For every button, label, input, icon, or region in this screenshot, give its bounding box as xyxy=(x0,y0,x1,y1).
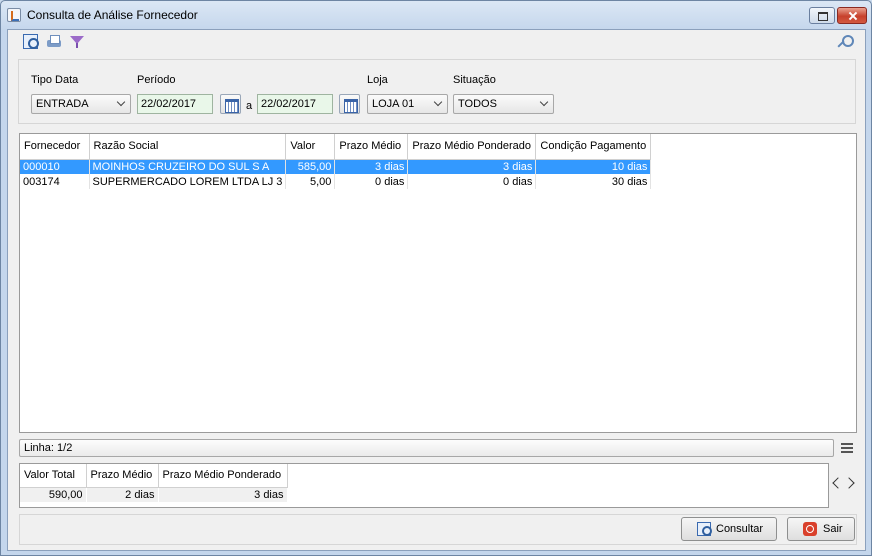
situacao-select[interactable]: TODOS xyxy=(453,94,554,114)
total-valor: 590,00 xyxy=(20,487,87,502)
restore-button[interactable] xyxy=(809,7,835,24)
loja-value: LOJA 01 xyxy=(372,98,415,110)
application-window: Consulta de Análise Fornecedor Tipo Data… xyxy=(0,0,872,556)
cell-razao-social: MOINHOS CRUZEIRO DO SUL S A xyxy=(89,159,287,174)
totals-header-prazo-medio: Prazo Médio xyxy=(86,464,159,488)
table-row[interactable]: 003174 SUPERMERCADO LOREM LTDA LJ 3 5,00… xyxy=(20,174,652,189)
results-table: Fornecedor Razão Social Valor Prazo Médi… xyxy=(20,134,652,189)
chevron-down-icon xyxy=(433,97,443,107)
row-count-text: Linha: 1/2 xyxy=(24,442,73,454)
total-prazo-medio: 2 dias xyxy=(86,487,159,502)
periodo-to-field[interactable] xyxy=(257,94,333,114)
key-icon[interactable] xyxy=(836,34,854,50)
table-header-row: Fornecedor Razão Social Valor Prazo Médi… xyxy=(20,134,652,160)
totals-header-row: Valor Total Prazo Médio Prazo Médio Pond… xyxy=(20,464,288,488)
cell-condicao: 10 dias xyxy=(535,159,652,174)
tipo-data-label: Tipo Data xyxy=(31,74,79,86)
column-header-prazo-ponderado[interactable]: Prazo Médio Ponderado xyxy=(407,134,537,160)
chevron-right-icon[interactable] xyxy=(843,477,855,489)
calendar-to-icon[interactable] xyxy=(339,94,360,114)
loja-select[interactable]: LOJA 01 xyxy=(367,94,448,114)
close-button[interactable] xyxy=(837,7,867,24)
totals-grid: Valor Total Prazo Médio Prazo Médio Pond… xyxy=(19,463,829,508)
search-icon xyxy=(697,522,712,536)
totals-header-valor-total: Valor Total xyxy=(20,464,87,488)
periodo-separator: a xyxy=(246,100,253,112)
consultar-label: Consultar xyxy=(716,523,764,535)
cell-prazo-ponderado: 0 dias xyxy=(407,174,537,189)
table-row[interactable]: 000010 MOINHOS CRUZEIRO DO SUL S A 585,0… xyxy=(20,159,652,174)
cell-condicao: 30 dias xyxy=(535,174,652,189)
totals-row: 590,00 2 dias 3 dias xyxy=(20,487,288,502)
status-bar: Linha: 1/2 xyxy=(19,439,834,457)
filter-panel: Tipo Data ENTRADA Período a Loja LOJA 01… xyxy=(18,59,856,124)
cell-fornecedor: 000010 xyxy=(20,159,90,174)
java-app-icon xyxy=(7,8,21,22)
client-area: Tipo Data ENTRADA Período a Loja LOJA 01… xyxy=(7,29,866,551)
title-bar[interactable]: Consulta de Análise Fornecedor xyxy=(1,1,871,29)
cell-valor: 585,00 xyxy=(285,159,336,174)
chevron-left-icon[interactable] xyxy=(832,477,844,489)
window-title: Consulta de Análise Fornecedor xyxy=(27,8,198,22)
print-icon[interactable] xyxy=(46,34,62,50)
cell-valor: 5,00 xyxy=(285,174,336,189)
totals-table: Valor Total Prazo Médio Prazo Médio Pond… xyxy=(20,464,288,502)
periodo-from-field[interactable] xyxy=(137,94,213,114)
chevron-down-icon xyxy=(539,97,549,107)
situacao-value: TODOS xyxy=(458,98,497,110)
consultar-button[interactable]: Consultar xyxy=(681,517,777,541)
cell-prazo-medio: 3 dias xyxy=(334,159,409,174)
cell-prazo-ponderado: 3 dias xyxy=(407,159,537,174)
calendar-from-icon[interactable] xyxy=(220,94,241,114)
search-icon[interactable] xyxy=(23,34,39,50)
sair-button[interactable]: Sair xyxy=(787,517,855,541)
results-grid[interactable]: Fornecedor Razão Social Valor Prazo Médi… xyxy=(19,133,857,433)
power-icon xyxy=(803,522,817,536)
column-header-condicao-pagamento[interactable]: Condição Pagamento xyxy=(535,134,652,160)
column-header-prazo-medio[interactable]: Prazo Médio xyxy=(334,134,409,160)
menu-icon[interactable] xyxy=(841,442,853,453)
periodo-label: Período xyxy=(137,74,176,86)
button-bar: Consultar Sair xyxy=(19,514,857,545)
column-header-razao-social[interactable]: Razão Social xyxy=(89,134,287,160)
column-header-fornecedor[interactable]: Fornecedor xyxy=(20,134,90,160)
cell-prazo-medio: 0 dias xyxy=(334,174,409,189)
cell-razao-social: SUPERMERCADO LOREM LTDA LJ 3 xyxy=(89,174,287,189)
total-prazo-ponderado: 3 dias xyxy=(158,487,288,502)
totals-header-prazo-ponderado: Prazo Médio Ponderado xyxy=(158,464,288,488)
sair-label: Sair xyxy=(823,523,843,535)
cell-fornecedor: 003174 xyxy=(20,174,90,189)
chevron-down-icon xyxy=(116,97,126,107)
loja-label: Loja xyxy=(367,74,388,86)
filter-icon[interactable] xyxy=(69,34,85,50)
toolbar xyxy=(8,30,865,54)
situacao-label: Situação xyxy=(453,74,496,86)
tipo-data-value: ENTRADA xyxy=(36,98,89,110)
column-header-valor[interactable]: Valor xyxy=(285,134,336,160)
tipo-data-select[interactable]: ENTRADA xyxy=(31,94,131,114)
